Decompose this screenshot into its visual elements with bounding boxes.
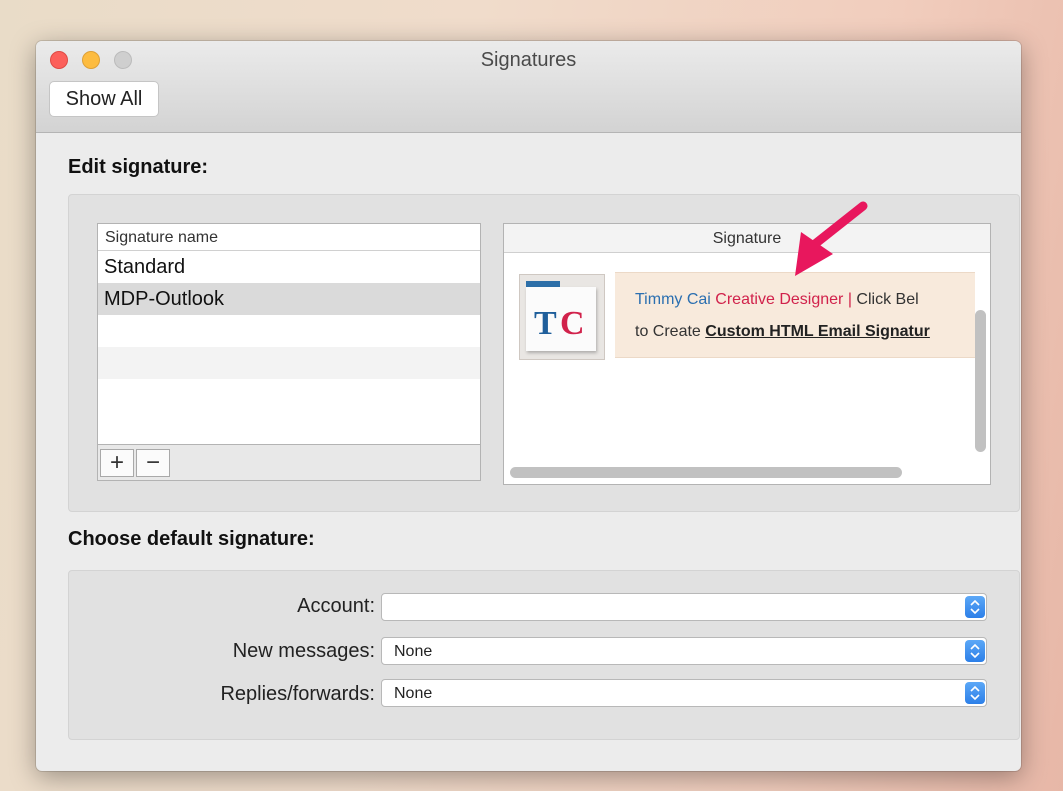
signature-list-item-mdp-outlook[interactable]: MDP-Outlook — [98, 283, 480, 315]
preview-horizontal-scrollbar[interactable] — [510, 467, 902, 478]
signature-preview[interactable]: Signature T C Timmy Cai Creative Designe… — [503, 223, 991, 485]
tc-logo-image: T C — [519, 274, 605, 360]
empty-list-row — [98, 315, 480, 347]
signature-list-item-standard[interactable]: Standard — [98, 251, 480, 283]
signature-link[interactable]: Custom HTML Email Signatur — [705, 323, 930, 340]
account-label: Account: — [297, 595, 375, 617]
signature-column-header: Signature — [504, 224, 990, 253]
replies-forwards-select[interactable]: None — [381, 679, 987, 707]
select-arrows-icon — [965, 640, 985, 662]
signature-line-1: Timmy Cai Creative Designer | Click Bel — [635, 291, 919, 309]
signature-name-column-header[interactable]: Signature name — [98, 224, 480, 251]
new-messages-select[interactable]: None — [381, 637, 987, 665]
signature-line-2: to Create Custom HTML Email Signatur — [635, 323, 930, 341]
signatures-window: Signatures Show All Edit signature: Sign… — [36, 41, 1021, 771]
new-messages-label: New messages: — [232, 640, 375, 662]
select-arrows-icon — [965, 682, 985, 704]
signature-name-text: Timmy Cai — [635, 291, 711, 308]
signature-role-text: Creative Designer — [715, 291, 844, 308]
pink-arrow-icon — [795, 201, 868, 276]
list-footer-bar: + − — [98, 444, 480, 480]
choose-default-heading: Choose default signature: — [68, 528, 315, 550]
select-arrows-icon — [965, 596, 985, 618]
empty-list-row — [98, 379, 480, 411]
signature-line2-prefix: to Create — [635, 323, 701, 340]
default-signature-group: Account: New messages: None Replies/forw… — [68, 570, 1020, 740]
new-messages-select-value: None — [394, 643, 433, 660]
replies-forwards-label: Replies/forwards: — [220, 683, 375, 705]
account-select[interactable] — [381, 593, 987, 621]
window-titlebar: Signatures Show All — [36, 41, 1021, 133]
empty-list-row — [98, 347, 480, 379]
replies-forwards-select-value: None — [394, 685, 433, 702]
signature-cta-text: Click Bel — [856, 291, 919, 308]
edit-signature-group: Signature name Standard MDP-Outlook + − … — [68, 194, 1020, 512]
signature-list: Signature name Standard MDP-Outlook + − — [97, 223, 481, 481]
window-title: Signatures — [480, 49, 577, 71]
edit-signature-heading: Edit signature: — [68, 156, 209, 178]
signature-separator: | — [847, 291, 852, 308]
preview-vertical-scrollbar[interactable] — [975, 310, 986, 452]
remove-signature-button[interactable]: − — [136, 449, 170, 477]
show-all-button[interactable]: Show All — [49, 81, 159, 117]
add-signature-button[interactable]: + — [100, 449, 134, 477]
